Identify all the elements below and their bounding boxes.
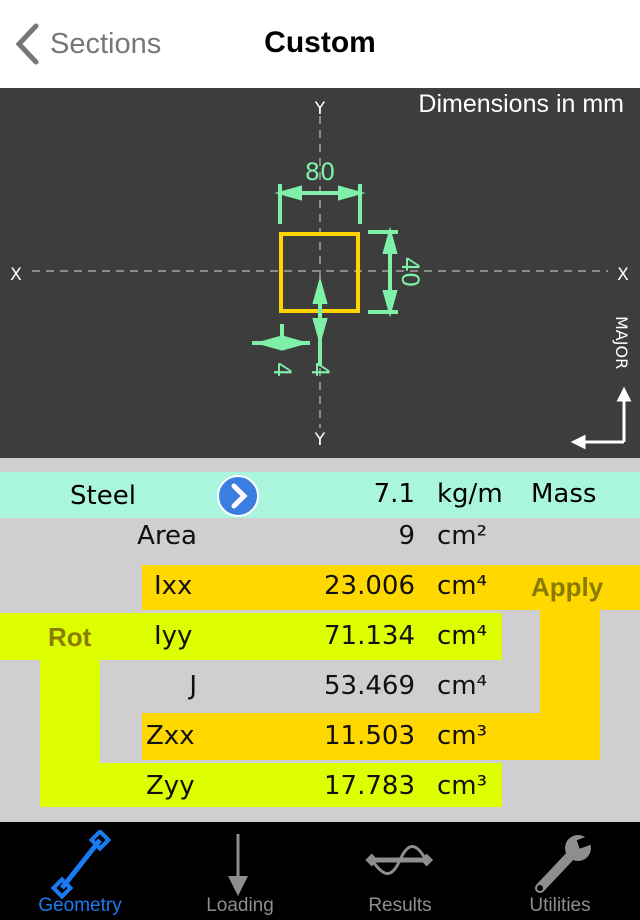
- property-label: Zyy: [146, 771, 195, 801]
- thickness-bottom-dimension: 4: [306, 362, 334, 377]
- section-drawing: 80 40 4 4 Y Y X X MAJOR Dimensions in mm: [0, 88, 640, 458]
- property-row-zxx: Zxx 11.503 cm³: [0, 713, 640, 761]
- tab-loading[interactable]: Loading: [160, 822, 320, 920]
- tab-label: Utilities: [529, 895, 591, 916]
- property-unit: cm⁴: [437, 571, 488, 601]
- material-row: Steel 7.1 kg/m Mass: [0, 472, 640, 518]
- mass-label: Mass: [531, 479, 597, 509]
- property-value: 23.006: [324, 571, 415, 601]
- tab-label: Results: [368, 895, 432, 916]
- property-value: 9: [398, 521, 415, 551]
- property-label: Zxx: [146, 721, 195, 751]
- dimensions-note: Dimensions in mm: [418, 90, 624, 118]
- page-title: Custom: [264, 26, 376, 59]
- tab-results[interactable]: Results: [320, 822, 480, 920]
- property-unit: cm³: [437, 771, 488, 801]
- orientation-label: MAJOR: [612, 316, 631, 369]
- tab-utilities[interactable]: Utilities: [480, 822, 640, 920]
- y-axis-label-top: Y: [314, 99, 326, 119]
- property-value: 71.134: [324, 621, 415, 651]
- tab-bar: Geometry Loading Results Utilities: [0, 822, 640, 920]
- property-row-area: Area 9 cm²: [0, 513, 640, 561]
- property-unit: cm⁴: [437, 671, 488, 701]
- property-label: J: [189, 671, 197, 701]
- property-row-zyy: Zyy 17.783 cm³: [0, 763, 640, 811]
- member-icon: [50, 830, 112, 900]
- y-axis-label-bottom: Y: [314, 430, 326, 450]
- orientation-axes-icon: [570, 386, 632, 450]
- tab-geometry[interactable]: Geometry: [0, 822, 160, 920]
- chevron-right-icon: [231, 483, 248, 509]
- property-row-j: J 53.469 cm⁴: [0, 663, 640, 711]
- tab-label: Loading: [206, 895, 274, 916]
- section-canvas: 80 40 4 4 Y Y X X MAJOR: [10, 99, 632, 450]
- property-unit: cm⁴: [437, 621, 488, 651]
- property-value: 53.469: [324, 671, 415, 701]
- property-label: Ixx: [154, 571, 193, 601]
- thickness-left-dimension: 4: [268, 362, 296, 377]
- material-select-button[interactable]: [217, 475, 259, 517]
- property-unit: cm²: [437, 521, 488, 551]
- property-row-iyy: Iyy 71.134 cm⁴: [0, 613, 640, 661]
- mass-value: 7.1: [373, 479, 415, 509]
- property-row-ixx: Ixx 23.006 cm⁴: [0, 563, 640, 611]
- property-value: 11.503: [324, 721, 415, 751]
- nav-bar: Sections Custom: [0, 0, 640, 88]
- material-name: Steel: [70, 481, 136, 511]
- property-value: 17.783: [324, 771, 415, 801]
- wrench-icon: [535, 834, 595, 893]
- property-label: Iyy: [154, 621, 193, 651]
- property-label: Area: [137, 521, 197, 551]
- width-dimension: 80: [305, 158, 336, 186]
- property-unit: cm³: [437, 721, 488, 751]
- x-axis-label-right: X: [617, 265, 629, 285]
- deflection-icon: [365, 845, 434, 875]
- arrow-down-icon: [228, 834, 248, 896]
- height-dimension: 40: [396, 257, 424, 288]
- tab-label: Geometry: [38, 895, 122, 916]
- mass-unit: kg/m: [437, 479, 503, 509]
- x-axis-label-left: X: [10, 265, 22, 285]
